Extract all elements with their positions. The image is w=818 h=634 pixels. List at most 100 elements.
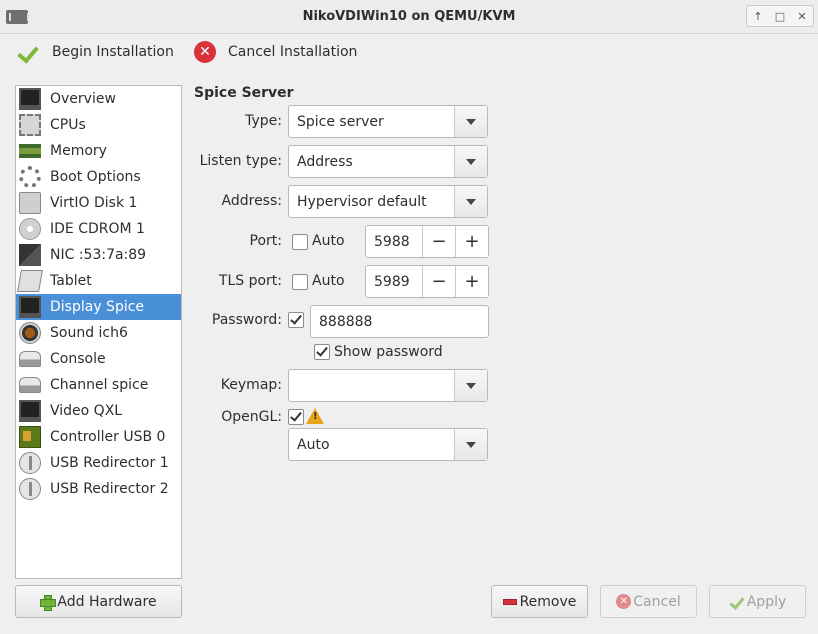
keymap-label: Keymap: — [220, 377, 282, 393]
port-label: Port: — [249, 233, 282, 249]
usb-controller-icon — [19, 426, 41, 448]
dropdown-arrow-icon — [454, 106, 487, 137]
hw-item-label: USB Redirector 2 — [50, 481, 169, 497]
port-auto-checkbox[interactable] — [292, 234, 308, 250]
hw-item-channel-spice[interactable]: Channel spice — [16, 372, 181, 398]
remove-icon — [502, 598, 517, 605]
show-password-label: Show password — [334, 344, 443, 360]
dropdown-arrow-icon — [454, 146, 487, 177]
hw-item-tablet[interactable]: Tablet — [16, 268, 181, 294]
network-icon — [19, 244, 41, 266]
console-icon — [19, 377, 41, 393]
apply-label: Apply — [746, 593, 787, 610]
hw-item-cpus[interactable]: CPUs — [16, 112, 181, 138]
hw-item-usb-redirector-2[interactable]: USB Redirector 2 — [16, 476, 181, 502]
cancel-button[interactable]: ✕ Cancel — [600, 585, 697, 618]
hw-item-label: Channel spice — [50, 377, 149, 393]
password-checkbox[interactable] — [288, 312, 304, 328]
tls-increment-button[interactable]: + — [455, 266, 488, 297]
hw-item-overview[interactable]: Overview — [16, 86, 181, 112]
add-hardware-label: Add Hardware — [57, 593, 157, 610]
cancel-icon: ✕ — [616, 594, 632, 609]
close-icon[interactable]: ✕ — [793, 10, 811, 23]
dropdown-arrow-icon — [454, 370, 487, 401]
type-value: Spice server — [297, 113, 384, 130]
listen-type-label: Listen type: — [199, 153, 282, 169]
hw-item-label: Boot Options — [50, 169, 141, 185]
hw-item-controller-usb[interactable]: Controller USB 0 — [16, 424, 181, 450]
add-hardware-button[interactable]: Add Hardware — [15, 585, 182, 618]
keymap-dropdown[interactable] — [288, 369, 488, 402]
address-value: Hypervisor default — [297, 193, 427, 210]
hw-item-ide-cdrom[interactable]: IDE CDROM 1 — [16, 216, 181, 242]
tls-port-value[interactable]: 5989 — [366, 266, 422, 297]
opengl-label: OpenGL: — [221, 409, 282, 425]
cancel-label: Cancel — [633, 593, 681, 610]
title-bar: NikoVDIWin10 on QEMU/KVM ↑ □ ✕ — [0, 0, 818, 34]
port-value[interactable]: 5988 — [366, 226, 422, 257]
dropdown-arrow-icon — [454, 186, 487, 217]
hw-item-label: Overview — [50, 91, 116, 107]
hw-item-memory[interactable]: Memory — [16, 138, 181, 164]
section-title: Spice Server — [194, 85, 294, 101]
hw-item-label: Display Spice — [50, 299, 145, 315]
hw-item-sound[interactable]: Sound ich6 — [16, 320, 181, 346]
keymap-value — [289, 370, 454, 401]
hw-item-label: NIC :53:7a:89 — [50, 247, 147, 263]
tls-port-label: TLS port: — [218, 273, 282, 289]
tls-port-spinner[interactable]: 5989 − + — [365, 265, 489, 298]
hw-item-usb-redirector-1[interactable]: USB Redirector 1 — [16, 450, 181, 476]
hw-item-nic[interactable]: NIC :53:7a:89 — [16, 242, 181, 268]
port-spinner[interactable]: 5988 − + — [365, 225, 489, 258]
monitor-icon — [19, 400, 41, 422]
tls-auto-checkbox[interactable] — [292, 274, 308, 290]
hw-item-video-qxl[interactable]: Video QXL — [16, 398, 181, 424]
hardware-list: Overview CPUs Memory Boot Options VirtIO… — [15, 85, 182, 579]
type-dropdown[interactable]: Spice server — [288, 105, 488, 138]
opengl-value: Auto — [297, 436, 330, 453]
opengl-checkbox[interactable] — [288, 409, 304, 425]
usb-icon — [19, 452, 41, 474]
warning-icon — [306, 408, 324, 424]
password-field[interactable]: 888888 — [310, 305, 489, 338]
listen-type-dropdown[interactable]: Address — [288, 145, 488, 178]
port-decrement-button[interactable]: − — [422, 226, 455, 257]
hw-item-label: Sound ich6 — [50, 325, 128, 341]
cpu-icon — [19, 114, 41, 136]
hw-item-display-spice[interactable]: Display Spice — [16, 294, 181, 320]
usb-icon — [19, 478, 41, 500]
address-dropdown[interactable]: Hypervisor default — [288, 185, 488, 218]
apply-button[interactable]: Apply — [709, 585, 806, 618]
port-increment-button[interactable]: + — [455, 226, 488, 257]
hw-item-label: Tablet — [50, 273, 92, 289]
monitor-icon — [19, 88, 41, 110]
listen-type-value: Address — [297, 153, 353, 170]
show-password-checkbox[interactable] — [314, 344, 330, 360]
password-label: Password: — [211, 312, 282, 328]
type-label: Type: — [245, 113, 282, 129]
address-label: Address: — [221, 193, 282, 209]
hw-item-label: Controller USB 0 — [50, 429, 166, 445]
hw-item-console[interactable]: Console — [16, 346, 181, 372]
cancel-installation-button[interactable]: ✕ Cancel Installation — [194, 40, 357, 64]
hw-item-virtio-disk[interactable]: VirtIO Disk 1 — [16, 190, 181, 216]
window-controls: ↑ □ ✕ — [746, 5, 814, 27]
monitor-icon — [19, 296, 41, 318]
cdrom-icon — [19, 218, 41, 240]
restore-icon[interactable]: □ — [771, 10, 789, 23]
hw-item-label: USB Redirector 1 — [50, 455, 169, 471]
maximize-icon[interactable]: ↑ — [749, 10, 767, 23]
speaker-icon — [19, 322, 41, 344]
tls-decrement-button[interactable]: − — [422, 266, 455, 297]
begin-installation-button[interactable]: Begin Installation — [18, 40, 174, 64]
hw-item-label: Memory — [50, 143, 107, 159]
console-icon — [19, 351, 41, 367]
hw-item-label: VirtIO Disk 1 — [50, 195, 138, 211]
hw-item-boot-options[interactable]: Boot Options — [16, 164, 181, 190]
remove-button[interactable]: Remove — [491, 585, 588, 618]
tablet-icon — [17, 270, 43, 292]
window-title: NikoVDIWin10 on QEMU/KVM — [302, 9, 516, 24]
opengl-dropdown[interactable]: Auto — [288, 428, 488, 461]
hw-item-label: IDE CDROM 1 — [50, 221, 145, 237]
port-auto-label: Auto — [312, 233, 345, 249]
